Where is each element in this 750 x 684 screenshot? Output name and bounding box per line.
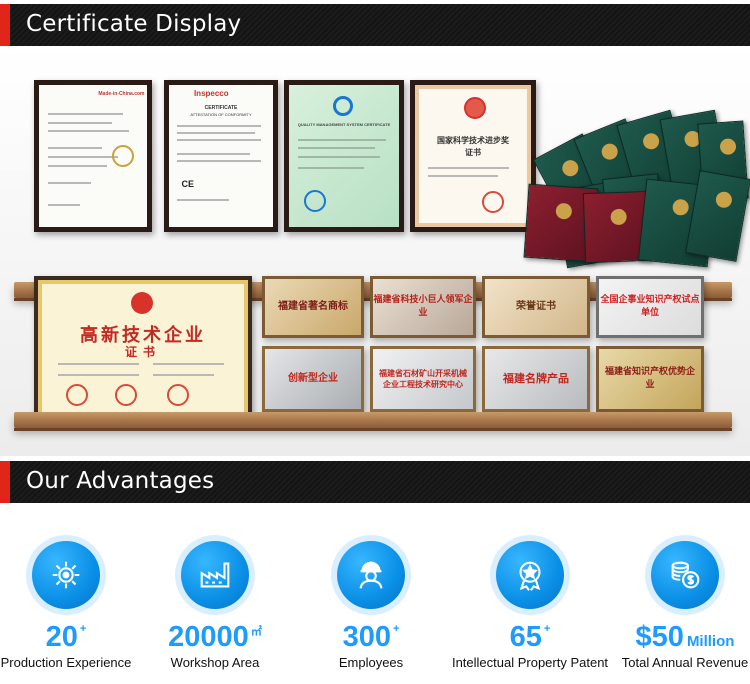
- stat-value: 20: [45, 621, 78, 653]
- certificate-title: CERTIFICATE: [204, 104, 238, 111]
- national-emblem-icon: [464, 97, 487, 120]
- section-title: Our Advantages: [26, 468, 215, 494]
- plaque-famous-trademark[interactable]: 福建省著名商标: [262, 276, 364, 338]
- certificate-subtitle: 证书: [465, 147, 481, 157]
- stat-value: 20000: [168, 621, 249, 653]
- stat-value: 65: [509, 621, 542, 653]
- certificate-title: QUALITY MANAGEMENT SYSTEM CERTIFICATE: [297, 121, 391, 127]
- certificate-subtitle: ATTESTATION OF CONFORMITY: [190, 111, 252, 117]
- stat-suffix: +: [392, 623, 400, 635]
- seal-icon: [481, 190, 504, 213]
- stat-label: Production Experience: [0, 655, 132, 670]
- section-title: Certificate Display: [26, 11, 242, 37]
- plaque-ip-pilot-unit[interactable]: 全国企事业知识产权试点单位: [596, 276, 704, 338]
- certificate-frame-1[interactable]: Made-in-China.com: [34, 80, 152, 232]
- certificate-frame-2[interactable]: Inspecco CERTIFICATE ATTESTATION OF CONF…: [164, 80, 278, 232]
- quality-logo-icon: [333, 96, 353, 117]
- stat-label: Intellectual Property Patent: [451, 655, 609, 670]
- plaque-innovative-enterprise[interactable]: 创新型企业: [262, 346, 364, 412]
- certificate-display: Made-in-China.com Inspecco CERTIFICATE A…: [0, 46, 750, 456]
- stat-value: $50: [635, 621, 684, 653]
- certificate-brand: Inspecco: [193, 89, 229, 99]
- plaque-engineering-center[interactable]: 福建省石材矿山开采机械企业工程技术研究中心: [370, 346, 476, 412]
- worker-icon: [359, 561, 383, 589]
- advantages-section-header: Our Advantages: [0, 461, 750, 503]
- stat-suffix: +: [543, 623, 551, 635]
- seal-icon: [304, 190, 327, 213]
- stat-unit: Million: [686, 633, 735, 650]
- header-accent: [0, 4, 10, 46]
- stat-suffix: ㎡: [250, 626, 262, 638]
- certificate-title: 国家科学技术进步奖: [437, 135, 509, 145]
- certificate-header: Made-in-China.com: [98, 90, 145, 97]
- certificate-subtitle: 证书: [124, 344, 161, 359]
- header-accent: [0, 461, 10, 503]
- ce-mark-icon: CE: [181, 178, 194, 189]
- certificate-section-header: Certificate Display: [0, 4, 750, 46]
- flame-logo-icon: [130, 291, 153, 314]
- stat-value: 300: [342, 621, 391, 653]
- certificate-frame-4[interactable]: 国家科学技术进步奖 证书: [410, 80, 536, 232]
- shelf-bottom: [14, 412, 732, 431]
- stat-label: Total Annual Revenue: [621, 655, 749, 670]
- stat-label: Employees: [338, 655, 404, 670]
- plaque-ip-advantage[interactable]: 福建省知识产权优势企业: [596, 346, 704, 412]
- seal-icon: [167, 383, 190, 406]
- factory-icon: [200, 562, 230, 588]
- award-badge-icon: [519, 561, 541, 591]
- high-tech-enterprise-certificate[interactable]: 高新技术企业 证书: [34, 276, 252, 420]
- plaque-honor-certificate[interactable]: 荣誉证书: [482, 276, 590, 338]
- certificate-frame-3[interactable]: QUALITY MANAGEMENT SYSTEM CERTIFICATE: [284, 80, 404, 232]
- gear-network-icon: [52, 561, 80, 589]
- plaque-brand-product[interactable]: 福建名牌产品: [482, 346, 590, 412]
- stat-label: Workshop Area: [170, 655, 260, 670]
- seal-icon: [112, 144, 135, 167]
- stat-suffix: +: [79, 623, 87, 635]
- coins-icon: [671, 561, 700, 589]
- plaque-tech-enterprise[interactable]: 福建省科技小巨人领军企业: [370, 276, 476, 338]
- seal-icon: [114, 383, 137, 406]
- seal-icon: [66, 383, 89, 406]
